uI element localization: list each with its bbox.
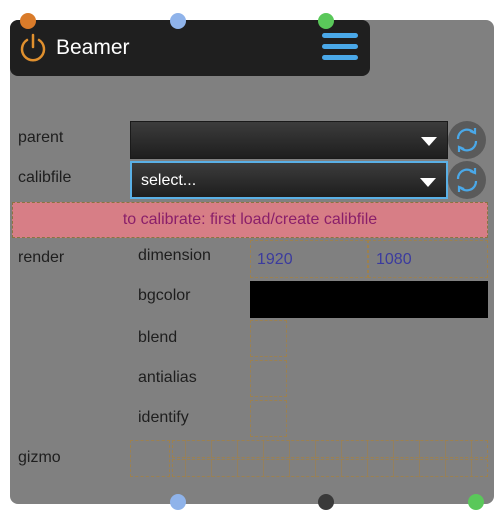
parent-dropdown[interactable] — [130, 121, 448, 159]
chevron-down-icon — [420, 178, 436, 187]
gizmo-label: gizmo — [18, 449, 61, 466]
blend-label: blend — [138, 329, 178, 346]
chevron-down-icon — [421, 137, 437, 146]
node-title: Beamer — [56, 36, 130, 59]
refresh-icon — [456, 128, 478, 152]
antialias-checkbox[interactable] — [250, 360, 287, 397]
bgcolor-swatch[interactable] — [250, 281, 488, 318]
render-label: render — [18, 249, 65, 266]
port-bottom-right[interactable] — [468, 494, 484, 510]
identify-checkbox[interactable] — [250, 400, 287, 437]
dimension-label: dimension — [138, 247, 211, 264]
antialias-label: antialias — [138, 369, 197, 386]
blend-checkbox[interactable] — [250, 320, 287, 357]
gizmo-matrix — [172, 440, 488, 477]
calibfile-refresh-button[interactable] — [448, 161, 486, 199]
gizmo-toggle[interactable] — [130, 440, 170, 477]
refresh-icon — [456, 168, 478, 192]
calibfile-dropdown[interactable]: select... — [130, 161, 448, 199]
port-bottom-left[interactable] — [170, 494, 186, 510]
identify-label: identify — [138, 409, 189, 426]
calibfile-label: calibfile — [18, 169, 72, 186]
parent-refresh-button[interactable] — [448, 121, 486, 159]
power-icon[interactable] — [18, 32, 48, 62]
hamburger-menu-icon[interactable] — [322, 33, 358, 61]
height-input[interactable]: 1080 — [376, 251, 412, 269]
port-top-left[interactable] — [20, 13, 36, 29]
bgcolor-label: bgcolor — [138, 287, 191, 304]
width-input[interactable]: 1920 — [257, 251, 293, 269]
port-top-right[interactable] — [318, 13, 334, 29]
port-top-middle[interactable] — [170, 13, 186, 29]
port-bottom-middle[interactable] — [318, 494, 334, 510]
calibrate-info-message: to calibrate: first load/create calibfil… — [12, 202, 488, 238]
parent-label: parent — [18, 129, 64, 146]
calibfile-value: select... — [141, 172, 197, 189]
